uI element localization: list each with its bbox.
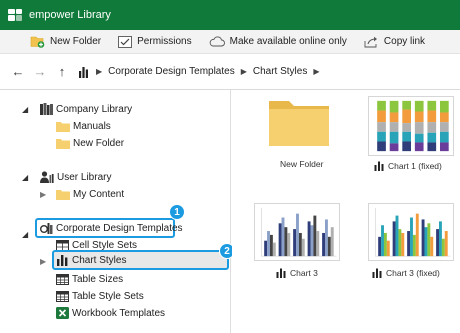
library-tree: ◢ Company Library Manuals New Folder ◢ U… bbox=[0, 90, 235, 333]
chart-icon bbox=[57, 255, 68, 266]
content-area: New Folder Chart 1 (fixed) Chart 3 Chart… bbox=[232, 90, 460, 333]
breadcrumb-separator-icon: ▶ bbox=[240, 67, 247, 76]
navigation-bar: ← → ↑ ▶ Corporate Design Templates ▶ Cha… bbox=[0, 54, 460, 90]
tree-item-workbook-templates[interactable]: Workbook Templates bbox=[56, 305, 165, 321]
tree-item-chart-styles[interactable]: Chart Styles bbox=[56, 252, 126, 268]
tree-label: My Content bbox=[73, 188, 125, 200]
permissions-icon bbox=[118, 35, 133, 48]
tree-label: Chart Styles bbox=[72, 254, 127, 266]
user-library-icon bbox=[40, 171, 54, 183]
collapse-arrow-icon[interactable]: ◢ bbox=[22, 105, 28, 114]
tree-item-table-style-sets[interactable]: Table Style Sets bbox=[56, 288, 144, 304]
collapse-arrow-icon[interactable]: ◢ bbox=[22, 173, 28, 182]
colored-bar-thumbnail bbox=[368, 203, 454, 261]
table-style-icon bbox=[56, 290, 69, 302]
tree-item-new-folder[interactable]: New Folder bbox=[56, 135, 124, 151]
folder-icon bbox=[56, 189, 70, 200]
tree-label: Cell Style Sets bbox=[72, 239, 138, 251]
new-folder-button[interactable]: New Folder bbox=[30, 35, 101, 48]
tile-label: New Folder bbox=[280, 159, 324, 169]
tree-item-table-sizes[interactable]: Table Sizes bbox=[56, 271, 123, 287]
chart-icon bbox=[374, 161, 384, 171]
forward-icon[interactable]: → bbox=[32, 64, 48, 80]
tree-label: Company Library bbox=[56, 103, 133, 115]
tree-item-company-library[interactable]: Company Library bbox=[40, 101, 132, 117]
window-title: empower Library bbox=[29, 9, 111, 21]
cloud-icon bbox=[209, 36, 225, 47]
stacked-bar-thumbnail bbox=[368, 96, 454, 156]
tile-label: Chart 3 (fixed) bbox=[372, 268, 440, 278]
new-folder-label: New Folder bbox=[50, 36, 102, 47]
new-folder-icon bbox=[30, 36, 45, 48]
folder-icon bbox=[56, 138, 70, 149]
up-icon[interactable]: ↑ bbox=[54, 64, 70, 80]
tree-item-my-content[interactable]: My Content bbox=[56, 186, 124, 202]
toolbar: New Folder Permissions Make available on… bbox=[0, 30, 460, 54]
folder-icon bbox=[56, 121, 70, 132]
copy-link-button[interactable]: Copy link bbox=[364, 36, 425, 48]
permissions-button[interactable]: Permissions bbox=[118, 35, 192, 48]
tree-label: Table Style Sets bbox=[72, 290, 144, 302]
tree-item-corporate-design-templates[interactable]: Corporate Design Templates bbox=[40, 220, 183, 236]
title-bar: empower Library bbox=[0, 0, 460, 30]
empower-logo-icon bbox=[6, 6, 24, 24]
tree-label: Table Sizes bbox=[72, 273, 124, 285]
tree-label: User Library bbox=[57, 171, 112, 183]
back-icon[interactable]: ← bbox=[10, 64, 26, 80]
tree-item-manuals[interactable]: Manuals bbox=[56, 118, 111, 134]
breadcrumb-separator-icon: ▶ bbox=[313, 67, 320, 76]
copy-link-label: Copy link bbox=[383, 36, 426, 47]
make-online-only-label: Make available online only bbox=[229, 36, 347, 47]
large-folder-icon bbox=[269, 101, 329, 146]
callout-badge-1: 1 bbox=[169, 204, 185, 220]
chart-icon bbox=[276, 268, 286, 278]
design-tools-icon bbox=[40, 223, 53, 234]
table-sizes-icon bbox=[56, 273, 69, 285]
chart-icon bbox=[372, 268, 382, 278]
breadcrumb-separator-icon: ▶ bbox=[96, 67, 103, 76]
cell-style-icon bbox=[56, 239, 69, 251]
share-link-icon bbox=[364, 36, 377, 47]
tree-item-user-library[interactable]: User Library bbox=[40, 169, 111, 185]
make-online-only-button[interactable]: Make available online only bbox=[209, 36, 347, 47]
permissions-label: Permissions bbox=[137, 36, 192, 47]
expand-arrow-icon[interactable]: ▶ bbox=[40, 190, 46, 199]
tree-label: Manuals bbox=[73, 120, 111, 132]
expand-arrow-icon[interactable]: ▶ bbox=[40, 257, 46, 266]
collapse-arrow-icon[interactable]: ◢ bbox=[22, 230, 28, 239]
breadcrumb-corporate-design-templates[interactable]: Corporate Design Templates bbox=[108, 66, 235, 77]
clustered-bar-thumbnail bbox=[254, 203, 340, 261]
chart-library-icon bbox=[79, 66, 88, 78]
excel-workbook-icon bbox=[56, 307, 69, 319]
tile-label: Chart 1 (fixed) bbox=[374, 161, 442, 171]
tree-label: Corporate Design Templates bbox=[56, 222, 183, 234]
library-books-icon bbox=[40, 103, 53, 115]
tree-label: Workbook Templates bbox=[72, 307, 166, 319]
tile-label: Chart 3 bbox=[276, 268, 318, 278]
tree-label: New Folder bbox=[73, 137, 125, 149]
breadcrumb-chart-styles[interactable]: Chart Styles bbox=[253, 66, 307, 77]
